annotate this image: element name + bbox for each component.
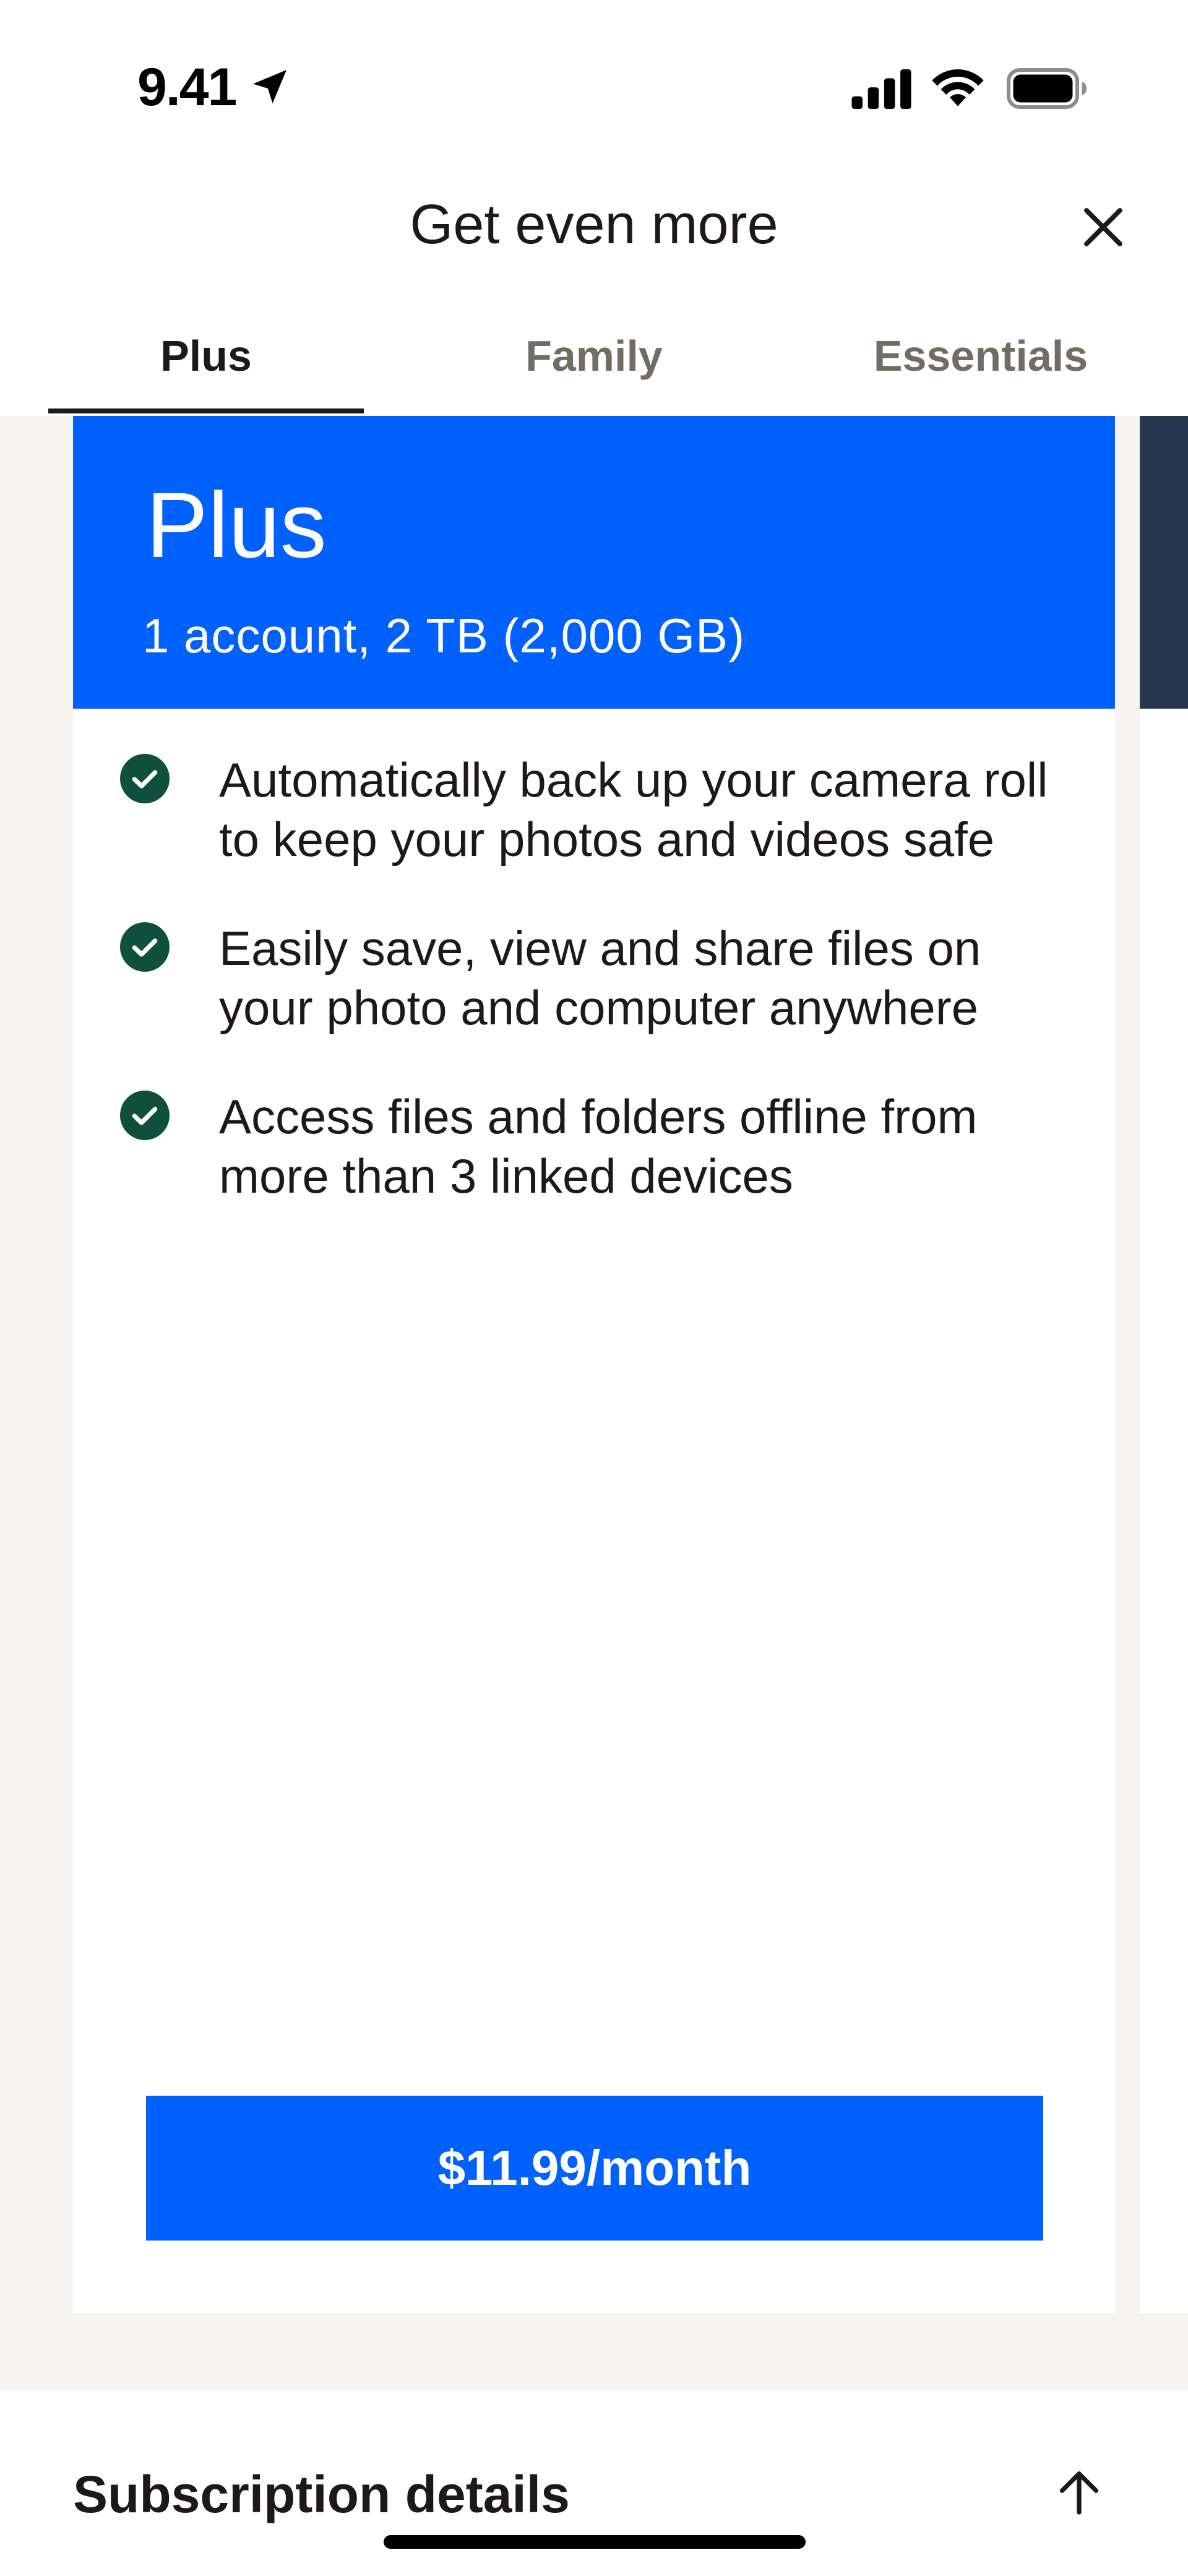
feature-text: Easily save, view and share files on you…: [219, 921, 981, 1035]
close-button[interactable]: [1075, 199, 1131, 255]
subscribe-price-button[interactable]: $11.99/month: [146, 2096, 1043, 2241]
feature-text: Access files and folders offline from mo…: [219, 1089, 978, 1203]
check-circle-icon: [120, 754, 170, 803]
plan-header: [1140, 416, 1188, 709]
tab-essentials[interactable]: Essentials: [823, 322, 1138, 416]
location-arrow-icon: [253, 70, 286, 103]
plan-card-family-peek[interactable]: [1140, 416, 1188, 2313]
feature-item: Automatically back up your camera roll t…: [73, 750, 1115, 869]
cellular-signal-icon: [851, 69, 911, 109]
feature-item: Easily save, view and share files on you…: [73, 918, 1115, 1037]
subscription-details-title: Subscription details: [73, 2465, 570, 2523]
tab-plus[interactable]: Plus: [48, 322, 364, 416]
plan-card-plus: Plus 1 account, 2 TB (2,000 GB) Automati…: [73, 416, 1115, 2313]
status-time: 9.41: [137, 58, 237, 117]
check-circle-icon: [120, 1091, 170, 1140]
tab-family[interactable]: Family: [436, 322, 752, 416]
home-indicator: [384, 2535, 806, 2549]
feature-text: Automatically back up your camera roll t…: [219, 753, 1048, 867]
page-title: Get even more: [410, 194, 778, 256]
close-icon: [1084, 208, 1122, 246]
plan-name: Plus: [146, 473, 327, 577]
feature-item: Access files and folders offline from mo…: [73, 1087, 1115, 1206]
battery-icon: [1007, 68, 1087, 109]
arrow-up-icon[interactable]: [1052, 2463, 1106, 2520]
status-bar: 9.41: [0, 0, 1188, 155]
tab-selected-indicator: [48, 408, 364, 413]
plan-tabs: Plus Family Essentials: [0, 322, 1188, 416]
plan-storage: 1 account, 2 TB (2,000 GB): [142, 608, 746, 663]
feature-list: Automatically back up your camera roll t…: [73, 750, 1115, 1255]
check-circle-icon: [120, 922, 170, 972]
wifi-icon: [932, 69, 984, 106]
plan-header: Plus 1 account, 2 TB (2,000 GB): [73, 416, 1115, 709]
